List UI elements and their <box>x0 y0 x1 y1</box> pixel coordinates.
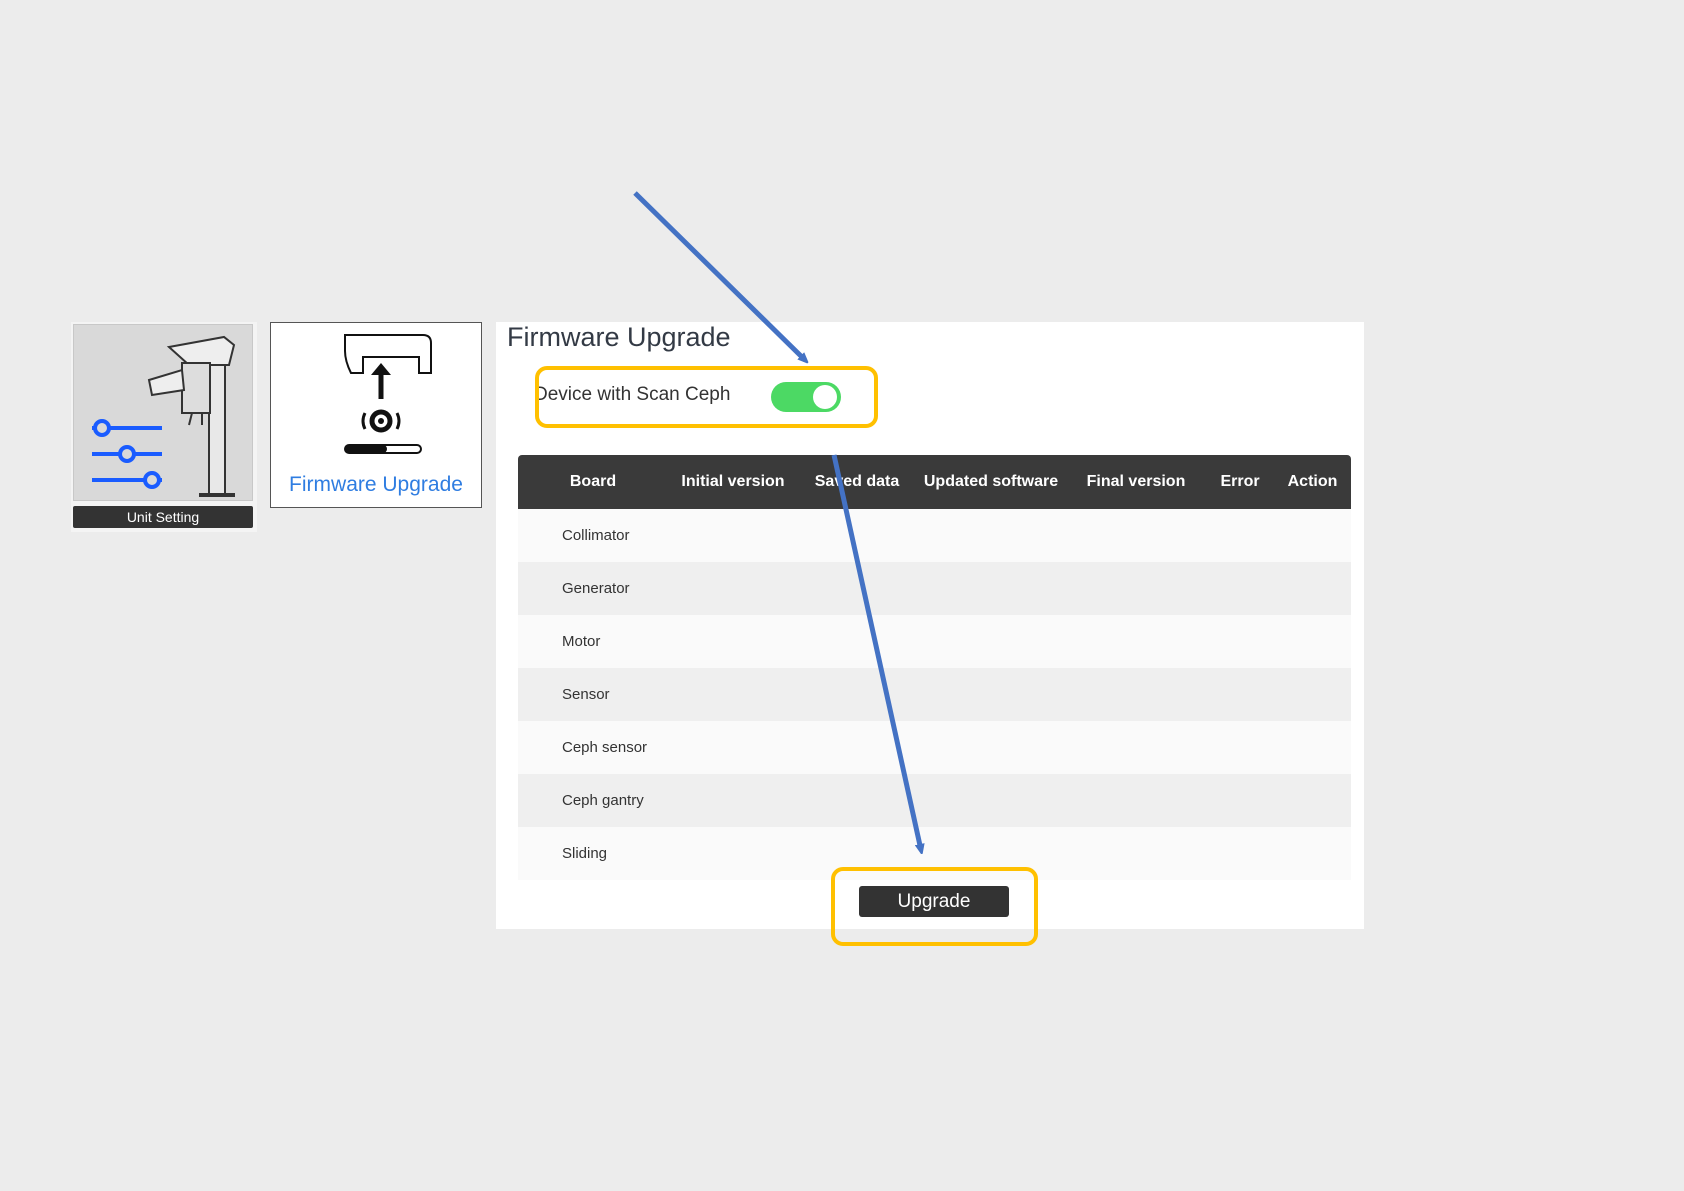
column-header-initial-version: Initial version <box>681 473 785 490</box>
column-header-updated-software: Updated software <box>923 473 1059 490</box>
page-title: Firmware Upgrade <box>507 322 731 352</box>
board-name: Motor <box>562 633 601 650</box>
firmware-upgrade-label: Firmware Upgrade <box>289 473 463 496</box>
table-row: Ceph gantry <box>518 774 1351 827</box>
upgrade-highlight-box <box>831 867 1038 946</box>
column-header-error: Error <box>1220 473 1260 490</box>
unit-setting-icon <box>73 324 253 501</box>
toggle-highlight-box <box>535 366 878 428</box>
unit-setting-tile[interactable]: Unit Setting <box>71 322 257 532</box>
table-row: Ceph sensor <box>518 721 1351 774</box>
board-name: Sliding <box>562 845 608 862</box>
board-name: Collimator <box>562 527 630 544</box>
table-row: Generator <box>518 562 1351 615</box>
board-name: Generator <box>562 580 630 597</box>
unit-setting-label: Unit Setting <box>73 506 253 528</box>
board-name: Sensor <box>562 686 610 703</box>
column-header-final-version: Final version <box>1086 473 1186 490</box>
board-name: Ceph gantry <box>562 792 644 809</box>
table-row: Motor <box>518 615 1351 668</box>
board-name: Ceph sensor <box>562 739 648 756</box>
firmware-upgrade-gear-icon <box>344 334 432 454</box>
firmware-table: Board Initial version Saved data Updated… <box>518 455 1351 880</box>
column-header-board: Board <box>569 473 617 490</box>
table-header-row: Board Initial version Saved data Updated… <box>518 455 1351 509</box>
table-row: Sensor <box>518 668 1351 721</box>
table-row: Collimator <box>518 509 1351 562</box>
firmware-upgrade-tile[interactable]: Firmware Upgrade <box>270 322 482 508</box>
column-header-action: Action <box>1287 473 1338 490</box>
column-header-saved-data: Saved data <box>814 473 900 490</box>
